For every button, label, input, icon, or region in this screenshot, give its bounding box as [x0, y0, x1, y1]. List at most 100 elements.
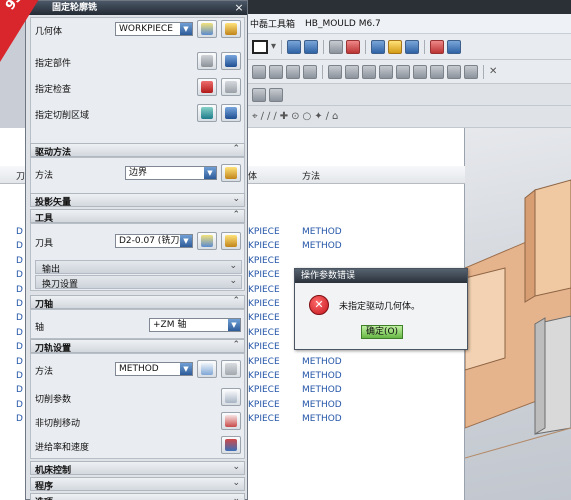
- drive-method-select[interactable]: 边界 ▼: [125, 166, 217, 180]
- paste-op-icon[interactable]: [447, 64, 461, 79]
- chevron-down-icon[interactable]: ⌄: [232, 478, 240, 488]
- column-header-geometry[interactable]: 体: [248, 169, 257, 182]
- ok-button[interactable]: 确定(O): [361, 325, 403, 339]
- display-mode-icon[interactable]: [405, 39, 420, 54]
- output-subheader[interactable]: 输出 ⌄: [35, 260, 242, 275]
- chevron-up-icon[interactable]: ⌃: [232, 144, 240, 154]
- chevron-up-icon[interactable]: ⌃: [232, 210, 240, 220]
- list-op-icon[interactable]: [464, 64, 478, 79]
- new-tool-button[interactable]: [197, 232, 217, 250]
- rotate-view-icon[interactable]: [287, 39, 302, 54]
- create-tool-icon[interactable]: [269, 64, 283, 79]
- specify-check-button[interactable]: [197, 78, 217, 96]
- verify-toolpath-icon[interactable]: [362, 64, 376, 79]
- row-geometry-cell: KPIECE: [248, 342, 280, 353]
- graphics-viewport[interactable]: [465, 128, 571, 500]
- non-cut-moves-button[interactable]: [221, 412, 241, 430]
- tool-select[interactable]: D2-0.07 (铣刀- ▼: [115, 234, 193, 248]
- wcs-icon[interactable]: [346, 39, 361, 54]
- cut-op-icon[interactable]: [430, 64, 444, 79]
- create-operation-icon[interactable]: [328, 64, 342, 79]
- create-program-icon[interactable]: [252, 64, 266, 79]
- chevron-down-icon[interactable]: ▼: [180, 235, 192, 247]
- display-check-button[interactable]: [221, 78, 241, 96]
- dialog-title[interactable]: 固定轮廓铣: [26, 1, 247, 15]
- dropdown-arrow-icon[interactable]: ▾: [271, 41, 276, 52]
- new-method-button[interactable]: [197, 360, 217, 378]
- edit-geometry-button[interactable]: [221, 20, 241, 38]
- shop-doc-icon[interactable]: [396, 64, 410, 79]
- display-part-button[interactable]: [221, 52, 241, 70]
- layer-settings-icon[interactable]: [329, 39, 344, 54]
- copy-op-icon[interactable]: [413, 64, 427, 79]
- menu-item-zhonglei[interactable]: 中磊工具箱: [250, 17, 295, 30]
- path-method-select[interactable]: METHOD ▼: [115, 362, 193, 376]
- snap-curve-icon[interactable]: ∕: [326, 111, 329, 122]
- chevron-down-icon[interactable]: ▼: [180, 363, 192, 375]
- generate-toolpath-icon[interactable]: [345, 64, 359, 79]
- feeds-speeds-button[interactable]: [221, 436, 241, 454]
- edit-method-button[interactable]: [221, 360, 241, 378]
- create-geometry-icon[interactable]: [286, 64, 300, 79]
- snap-line-icon[interactable]: ∕: [261, 111, 264, 122]
- chevron-up-icon[interactable]: ⌃: [232, 296, 240, 306]
- menu-item-hb-mould[interactable]: HB_MOULD M6.7: [305, 19, 381, 29]
- tool-axis-header[interactable]: 刀轴 ⌃: [30, 295, 245, 310]
- display-cut-area-button[interactable]: [221, 104, 241, 122]
- measure-icon[interactable]: [430, 39, 445, 54]
- program-header[interactable]: 程序 ⌄: [30, 477, 245, 492]
- chevron-down-icon[interactable]: ▼: [228, 319, 240, 331]
- view-orient-icon[interactable]: [304, 39, 319, 54]
- snap-point-icon[interactable]: [371, 39, 386, 54]
- drive-method-value: 边界: [129, 168, 148, 178]
- postprocess-icon[interactable]: [379, 64, 393, 79]
- chevron-up-icon[interactable]: ⌃: [232, 340, 240, 350]
- new-geometry-button[interactable]: [197, 20, 217, 38]
- options-header[interactable]: 选项 ⌄: [30, 493, 245, 500]
- select-filter-icon[interactable]: [388, 39, 403, 54]
- specify-part-button[interactable]: [197, 52, 217, 70]
- selection-icon[interactable]: [269, 87, 283, 102]
- machine-control-header[interactable]: 机床控制 ⌄: [30, 461, 245, 476]
- chevron-down-icon[interactable]: ⌄: [232, 494, 240, 500]
- edit-tool-button[interactable]: [221, 232, 241, 250]
- tool-change-subheader[interactable]: 换刀设置 ⌄: [35, 275, 242, 290]
- error-dialog-title[interactable]: 操作参数错误: [295, 269, 467, 283]
- close-icon[interactable]: ✕: [489, 66, 497, 77]
- toolbar-separator: [365, 39, 367, 54]
- edit-drive-button[interactable]: [221, 164, 241, 182]
- selection-icon[interactable]: [252, 87, 266, 102]
- analysis-icon[interactable]: [447, 39, 462, 54]
- close-icon[interactable]: ×: [233, 1, 245, 15]
- create-method-icon[interactable]: [303, 64, 317, 79]
- chevron-down-icon[interactable]: ⌄: [232, 462, 240, 472]
- chevron-down-icon[interactable]: ⌄: [229, 261, 237, 271]
- geometry-group: 几何体 WORKPIECE ▼ 指定部件 指定检查 指定切削区域: [30, 17, 245, 145]
- tool-header[interactable]: 工具 ⌃: [30, 209, 245, 224]
- snap-endpoint-icon[interactable]: ⌖: [252, 111, 258, 122]
- projection-vector-header[interactable]: 投影矢量 ⌄: [30, 193, 245, 208]
- row-tool-cell: D: [16, 313, 23, 324]
- color-swatch-button[interactable]: [252, 39, 268, 54]
- snap-line-icon[interactable]: ∕: [267, 111, 270, 122]
- chevron-down-icon[interactable]: ▼: [180, 23, 192, 35]
- snap-quadrant-icon[interactable]: ○: [303, 111, 312, 122]
- drive-method-header[interactable]: 驱动方法 ⌃: [30, 143, 245, 158]
- snap-center-icon[interactable]: ⊙: [291, 111, 299, 122]
- snap-point-icon[interactable]: ✦: [314, 111, 322, 122]
- chevron-down-icon[interactable]: ⌄: [232, 194, 240, 204]
- column-header-method[interactable]: 方法: [302, 169, 320, 182]
- cut-params-button[interactable]: [221, 388, 241, 406]
- geometry-select[interactable]: WORKPIECE ▼: [115, 22, 193, 36]
- specify-cut-area-button[interactable]: [197, 104, 217, 122]
- column-header-tool[interactable]: 刀: [16, 169, 25, 182]
- chevron-down-icon[interactable]: ▼: [204, 167, 216, 179]
- snap-tool-icon[interactable]: ⌂: [332, 111, 338, 122]
- path-settings-header[interactable]: 刀轨设置 ⌃: [30, 339, 245, 354]
- snap-line-icon[interactable]: ∕: [273, 111, 276, 122]
- axis-select[interactable]: +ZM 轴 ▼: [149, 318, 241, 332]
- chevron-down-icon[interactable]: ⌄: [229, 276, 237, 286]
- snap-midpoint-icon[interactable]: ✚: [280, 111, 288, 122]
- axis-label: 轴: [35, 323, 45, 333]
- row-tool-cell: D: [16, 284, 23, 295]
